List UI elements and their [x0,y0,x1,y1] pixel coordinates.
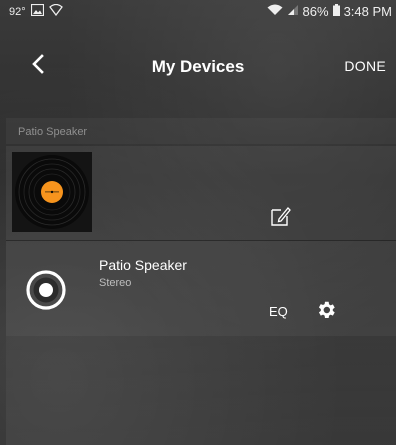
image-icon [30,3,44,19]
edit-button[interactable] [268,204,292,228]
status-right: 86% 3:48 PM [267,4,392,19]
settings-button[interactable] [315,299,337,321]
wifi-icon [267,4,283,19]
battery-icon [332,4,340,19]
signal-icon [287,4,299,19]
done-button[interactable]: DONE [344,58,386,74]
device-name: Patio Speaker [99,257,187,273]
album-art [12,152,92,232]
device-mode: Stereo [99,277,132,289]
group-card[interactable] [6,146,396,241]
header: My Devices DONE [0,42,396,92]
battery-percent: 86% [302,4,329,19]
vpn-icon [48,3,63,19]
empty-area [6,336,396,445]
status-left: 92° [9,3,63,19]
edit-icon [271,207,291,226]
device-card[interactable]: Patio Speaker Stereo EQ [6,241,396,336]
eq-button[interactable]: EQ [269,304,288,319]
vinyl-record-icon [12,152,92,232]
my-devices-screen: 92° 86% 3:48 PM My Devices DONE Patio Sp… [0,0,396,445]
gear-icon [318,301,335,318]
speaker-icon [26,270,66,310]
temperature: 92° [9,5,26,18]
group-label: Patio Speaker [18,126,88,138]
clock: 3:48 PM [343,4,392,19]
status-bar: 92° 86% 3:48 PM [0,0,396,24]
group-header: Patio Speaker [6,118,396,144]
page-title: My Devices [151,57,245,76]
